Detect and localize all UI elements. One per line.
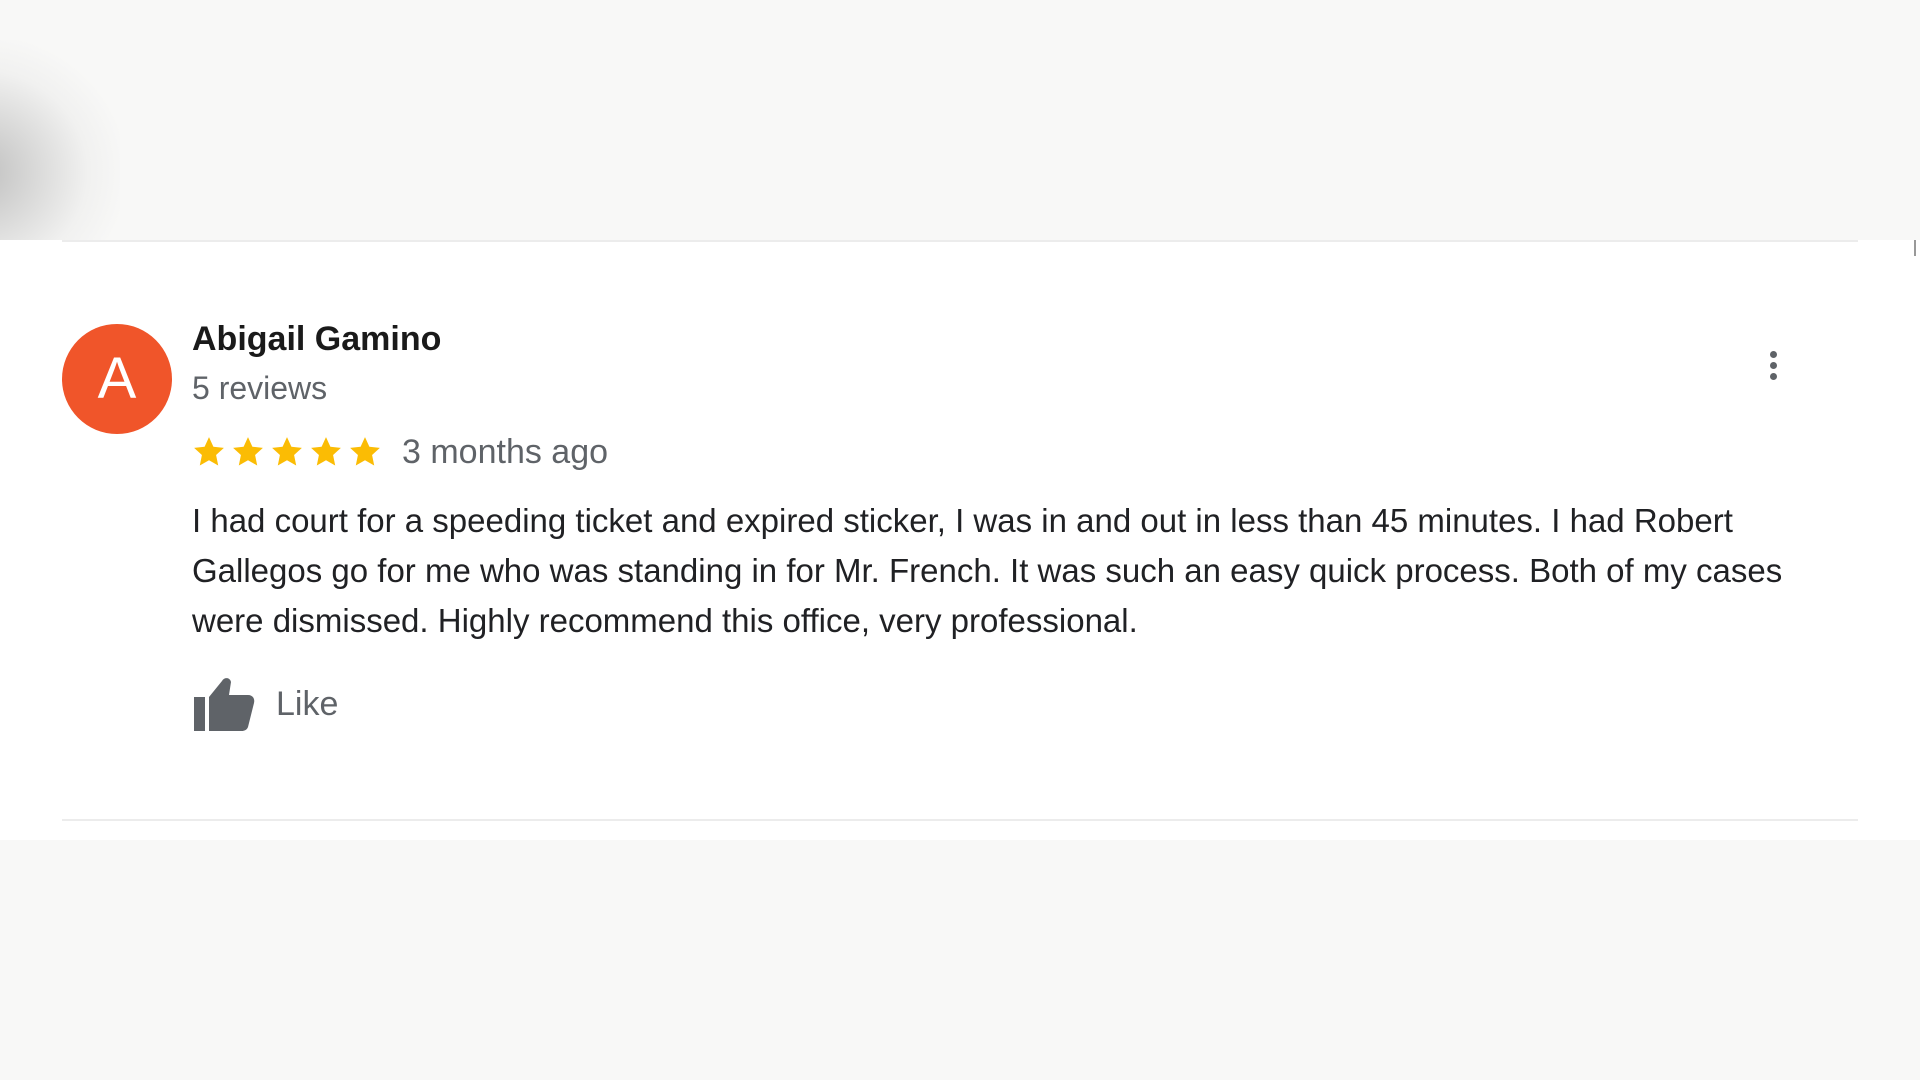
star-icon <box>233 437 263 466</box>
review-text: I had court for a speeding ticket and ex… <box>192 502 1783 639</box>
avatar[interactable]: A <box>62 324 172 434</box>
more-vert-dot <box>1769 361 1777 369</box>
rating-row: 3 months ago <box>192 430 608 474</box>
star-icon <box>311 437 341 466</box>
review-card: A Abigail Gamino 5 reviews 3 months ago … <box>0 240 1920 840</box>
more-vert-dot <box>1769 372 1777 380</box>
star-rating <box>192 435 382 469</box>
review-count: 5 reviews <box>192 370 328 406</box>
reviewer-name[interactable]: Abigail Gamino <box>192 320 441 359</box>
star-icon <box>272 437 302 466</box>
top-divider <box>62 240 1858 242</box>
star-icon <box>350 437 380 466</box>
top-background <box>0 0 1920 260</box>
star-icon <box>194 437 224 466</box>
like-label: Like <box>276 684 339 723</box>
like-button[interactable]: Like <box>192 674 338 734</box>
more-options-button[interactable] <box>1758 340 1788 390</box>
shadow-artifact <box>0 40 120 260</box>
review-date: 3 months ago <box>402 432 609 471</box>
scrollbar-mark <box>1914 240 1916 256</box>
thumbs-up-icon <box>194 678 255 731</box>
review-page: A Abigail Gamino 5 reviews 3 months ago … <box>0 0 1920 1080</box>
more-vert-icon <box>1769 350 1777 358</box>
bottom-background <box>0 840 1920 1080</box>
bottom-divider <box>62 819 1858 821</box>
